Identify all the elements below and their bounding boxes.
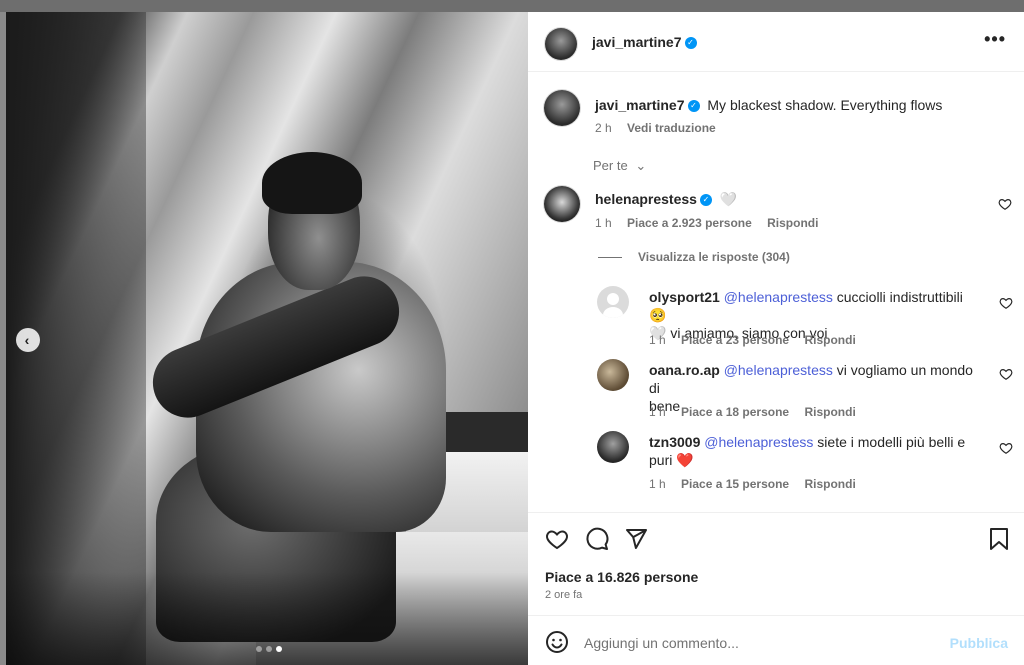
chevron-left-icon: ‹ — [24, 332, 30, 348]
see-translation-link[interactable]: Vedi traduzione — [627, 121, 716, 135]
author-username[interactable]: javi_martine7 ✓ — [592, 34, 697, 50]
verified-badge-icon: ✓ — [699, 194, 712, 207]
share-paper-plane-icon[interactable] — [624, 527, 648, 551]
reply-avatar[interactable] — [597, 359, 629, 391]
default-avatar-icon[interactable] — [597, 286, 629, 318]
heart-outline-icon[interactable] — [999, 367, 1013, 381]
heart-outline-icon[interactable] — [999, 441, 1013, 455]
caption-text: My blackest shadow. Everything flows — [707, 97, 943, 113]
reply-likes-link[interactable]: Piace a 18 persone — [681, 405, 789, 419]
post-header: javi_martine7 ✓ ••• — [528, 12, 1024, 72]
post-sidebar: javi_martine7 ✓ ••• javi_martine7 ✓ My bla… — [528, 12, 1024, 665]
comment-username[interactable]: helenaprestess — [595, 191, 697, 207]
replies-line — [598, 257, 622, 259]
comment-input[interactable]: Aggiungi un commento... — [584, 635, 739, 651]
save-bookmark-icon[interactable] — [988, 527, 1010, 551]
reply-meta: 1 h Piace a 23 persone Rispondi — [649, 333, 856, 347]
comment-composer: Aggiungi un commento... Pubblica — [528, 615, 1024, 665]
reply-username[interactable]: olysport21 — [649, 289, 720, 305]
verified-badge-icon: ✓ — [687, 100, 700, 113]
mention-link[interactable]: @helenaprestess — [704, 434, 813, 450]
reply-username[interactable]: tzn3009 — [649, 434, 700, 450]
mention-link[interactable]: @helenaprestess — [724, 289, 833, 305]
view-replies-button[interactable]: Visualizza le risposte (304) — [598, 250, 790, 264]
author-avatar[interactable] — [545, 28, 577, 60]
reply-text: tzn3009 @helenaprestess siete i modelli … — [649, 434, 966, 468]
mention-link[interactable]: @helenaprestess — [724, 362, 833, 378]
verified-badge-icon: ✓ — [684, 37, 697, 50]
reply-likes-link[interactable]: Piace a 15 persone — [681, 477, 789, 491]
reply-button[interactable]: Rispondi — [804, 405, 855, 419]
post-modal: ‹ javi_martine7 ✓ ••• javi_martine7 ✓ My b… — [0, 0, 1024, 665]
backdrop — [0, 0, 1024, 12]
comment-text: helenaprestess ✓ 🤍 — [595, 191, 738, 207]
comment-meta: 1 h Piace a 2.923 persone Rispondi — [595, 216, 819, 230]
reply-button[interactable]: Rispondi — [767, 216, 818, 230]
reply-username[interactable]: oana.ro.ap — [649, 362, 720, 378]
reply-likes-link[interactable]: Piace a 23 persone — [681, 333, 789, 347]
more-options-icon[interactable]: ••• — [984, 30, 1006, 48]
like-count[interactable]: Piace a 16.826 persone — [545, 569, 698, 585]
post-image[interactable] — [6, 12, 528, 665]
comment-bubble-icon[interactable] — [585, 527, 609, 551]
heart-outline-icon[interactable] — [998, 197, 1012, 211]
reply-meta: 1 h Piace a 18 persone Rispondi — [649, 405, 856, 419]
caption-avatar[interactable] — [544, 90, 580, 126]
reply-avatar[interactable] — [597, 431, 629, 463]
comment-likes-link[interactable]: Piace a 2.923 persone — [627, 216, 752, 230]
publish-button[interactable]: Pubblica — [950, 635, 1008, 651]
caption-meta: 2 h Vedi traduzione — [595, 121, 716, 135]
reply-button[interactable]: Rispondi — [804, 477, 855, 491]
reply-button[interactable]: Rispondi — [804, 333, 855, 347]
reply-meta: 1 h Piace a 15 persone Rispondi — [649, 477, 856, 491]
carousel-dot-active — [276, 646, 282, 652]
emoji-smiley-icon[interactable] — [545, 630, 569, 654]
carousel-dot — [256, 646, 262, 652]
carousel-indicator — [256, 646, 282, 652]
like-heart-icon[interactable] — [545, 527, 569, 551]
post-time: 2 ore fa — [545, 589, 583, 601]
heart-outline-icon[interactable] — [999, 296, 1013, 310]
comment-sort-dropdown[interactable]: Per te ⌄ — [593, 158, 646, 174]
chevron-down-icon: ⌄ — [635, 158, 647, 173]
carousel-prev-button[interactable]: ‹ — [16, 328, 40, 352]
action-bar: Piace a 16.826 persone 2 ore fa — [528, 512, 1024, 624]
caption-time: 2 h — [595, 121, 612, 135]
carousel-dot — [266, 646, 272, 652]
comment-avatar[interactable] — [544, 186, 580, 222]
caption: javi_martine7 ✓ My blackest shadow. Every… — [595, 97, 942, 113]
caption-username[interactable]: javi_martine7 — [595, 97, 685, 113]
